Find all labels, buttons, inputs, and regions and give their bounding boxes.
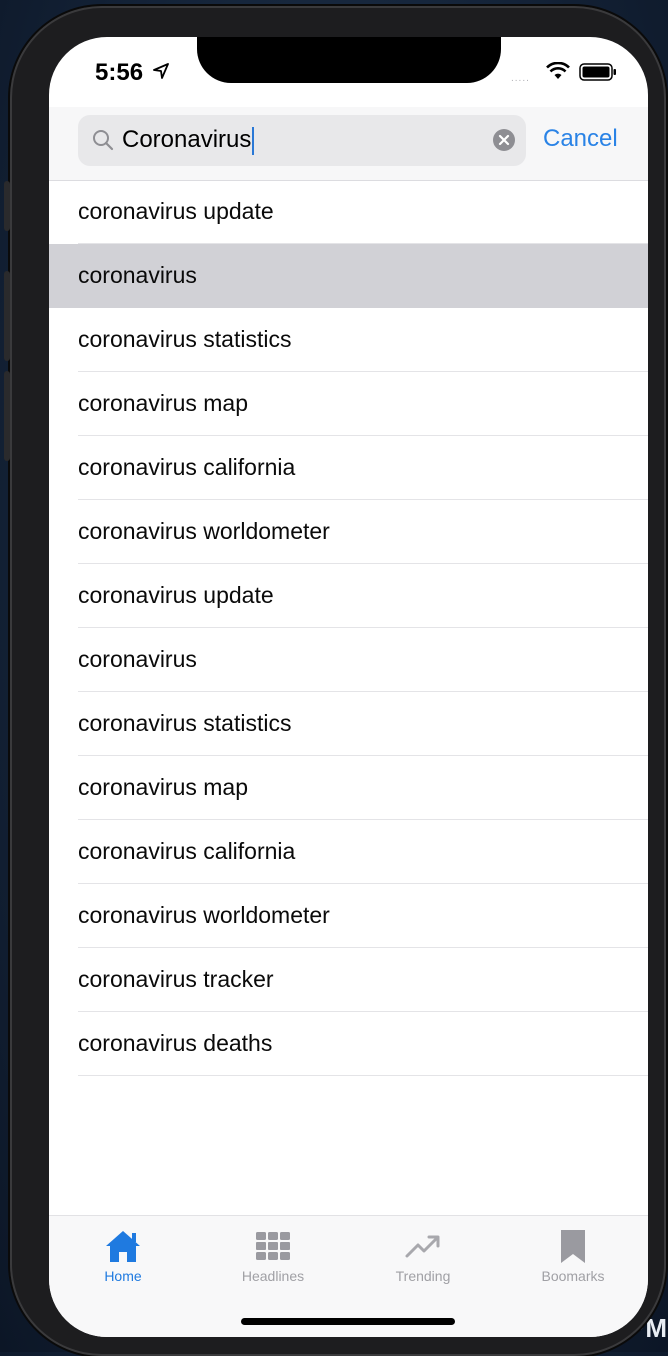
home-indicator[interactable]: [241, 1318, 455, 1325]
suggestion-label: coronavirus california: [78, 454, 296, 480]
suggestion-item[interactable]: coronavirus update: [78, 564, 648, 628]
suggestion-label: coronavirus map: [78, 390, 249, 416]
suggestion-label: coronavirus california: [78, 838, 296, 864]
suggestion-label: coronavirus update: [78, 582, 274, 608]
phone-frame: 5:56 ..... Coronavirus Cancel coronaviru…: [4, 6, 666, 1356]
cellular-signal: .....: [511, 73, 530, 84]
suggestion-item[interactable]: coronavirus worldometer: [78, 884, 648, 948]
wifi-icon: [546, 62, 570, 79]
suggestion-label: coronavirus map: [78, 774, 249, 800]
volume-down-button: [4, 371, 10, 461]
suggestion-label: coronavirus update: [78, 198, 274, 224]
search-input[interactable]: Coronavirus: [122, 126, 251, 153]
text-cursor: [252, 126, 255, 155]
suggestion-item[interactable]: coronavirus california: [78, 436, 648, 500]
volume-up-button: [4, 271, 10, 361]
location-arrow-icon: [153, 63, 169, 79]
suggestion-item[interactable]: coronavirus statistics: [78, 308, 648, 372]
suggestion-item[interactable]: coronavirus map: [78, 756, 648, 820]
tab-home[interactable]: Home: [63, 1228, 183, 1284]
suggestion-item[interactable]: coronavirus california: [78, 820, 648, 884]
suggestion-label: coronavirus worldometer: [78, 902, 330, 928]
suggestion-item-selected[interactable]: coronavirus: [49, 244, 648, 308]
screen: 5:56 ..... Coronavirus Cancel coronaviru…: [49, 37, 648, 1337]
house-icon: [106, 1231, 140, 1262]
suggestion-item[interactable]: coronavirus deaths: [78, 1012, 648, 1076]
suggestion-label: coronavirus statistics: [78, 710, 292, 736]
battery-icon: [579, 63, 616, 81]
search-suggestions-list: coronavirus update coronavirus coronavir…: [49, 180, 648, 1076]
search-bar: Coronavirus Cancel: [49, 107, 648, 181]
grid-icon: [256, 1232, 290, 1260]
tab-bookmarks[interactable]: Boomarks: [513, 1228, 633, 1284]
suggestion-item[interactable]: coronavirus update: [78, 180, 648, 244]
suggestion-item[interactable]: coronavirus: [78, 628, 648, 692]
suggestion-item[interactable]: coronavirus statistics: [78, 692, 648, 756]
suggestion-label: coronavirus worldometer: [78, 518, 330, 544]
suggestion-label: coronavirus deaths: [78, 1030, 273, 1056]
tab-trending[interactable]: Trending: [363, 1228, 483, 1284]
suggestion-label: coronavirus statistics: [78, 326, 292, 352]
search-input-wrap[interactable]: Coronavirus: [122, 126, 255, 155]
trending-icon: [405, 1235, 440, 1258]
tab-label: Trending: [395, 1268, 451, 1284]
mute-switch: [4, 181, 10, 231]
cancel-button[interactable]: Cancel: [543, 125, 618, 153]
suggestion-item[interactable]: coronavirus map: [78, 372, 648, 436]
status-time: 5:56: [95, 59, 144, 86]
search-icon: [93, 130, 114, 151]
bookmark-icon: [561, 1230, 585, 1263]
suggestion-item[interactable]: coronavirus tracker: [78, 948, 648, 1012]
search-field[interactable]: Coronavirus: [78, 115, 526, 166]
suggestion-label: coronavirus tracker: [78, 966, 274, 992]
suggestion-item[interactable]: coronavirus worldometer: [78, 500, 648, 564]
tab-headlines[interactable]: Headlines: [213, 1228, 333, 1284]
clear-text-icon[interactable]: [493, 129, 515, 151]
suggestion-label: coronavirus: [78, 262, 197, 288]
tab-label: Boomarks: [541, 1268, 605, 1284]
tab-label: Home: [104, 1268, 142, 1284]
notch: [197, 37, 501, 83]
suggestion-label: coronavirus: [78, 646, 197, 672]
tab-label: Headlines: [241, 1268, 305, 1284]
